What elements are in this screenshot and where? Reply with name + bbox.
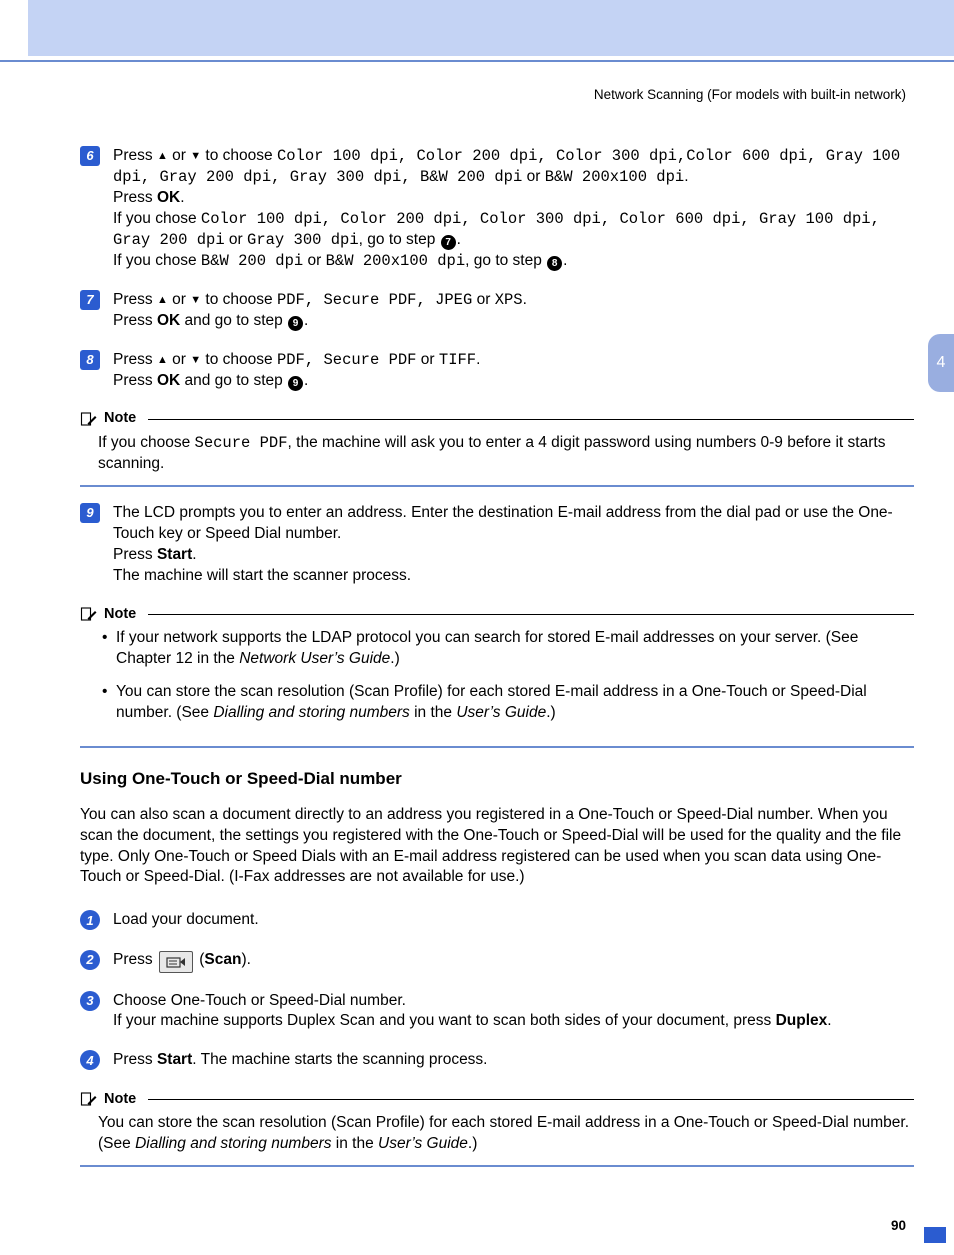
note-1-body: If you choose Secure PDF, the machine wi… [80,429,914,487]
down-arrow-icon: ▼ [190,353,201,368]
note-title: Note [104,1090,136,1110]
step-7: 7 Press ▲ or ▼ to choose PDF, Secure PDF… [80,290,914,332]
up-arrow-icon: ▲ [157,293,168,308]
s2-step-4-text: Press Start. The machine starts the scan… [113,1050,914,1071]
note-1: Note If you choose Secure PDF, the machi… [80,409,914,486]
running-header: Network Scanning (For models with built-… [80,86,906,104]
section-intro: You can also scan a document directly to… [80,805,914,889]
top-banner [28,0,954,56]
note-2-body: If your network supports the LDAP protoc… [80,624,914,748]
s2-step-1-text: Load your document. [113,910,914,931]
step-bullet-7: 7 [80,290,100,310]
step-ref-8: 8 [547,256,562,271]
step-9-text: The LCD prompts you to enter an address.… [113,503,914,587]
note-3: Note You can store the scan resolution (… [80,1090,914,1167]
note-title: Note [104,605,136,625]
round-bullet-2: 2 [80,950,100,970]
round-bullet-1: 1 [80,910,100,930]
s2-step-2: 2 Press (Scan). [80,950,914,973]
note-2-item-2: You can store the scan resolution (Scan … [102,682,914,724]
note-pencil-icon [80,605,98,623]
step-8-text: Press ▲ or ▼ to choose PDF, Secure PDF o… [113,350,914,392]
up-arrow-icon: ▲ [157,353,168,368]
step-ref-9: 9 [288,376,303,391]
step-ref-9: 9 [288,316,303,331]
round-bullet-3: 3 [80,991,100,1011]
note-2: Note If your network supports the LDAP p… [80,605,914,748]
s2-step-3: 3 Choose One-Touch or Speed-Dial number.… [80,991,914,1033]
s2-step-4: 4 Press Start. The machine starts the sc… [80,1050,914,1071]
note-pencil-icon [80,410,98,428]
step-bullet-8: 8 [80,350,100,370]
step-bullet-6: 6 [80,146,100,166]
s2-step-2-text: Press (Scan). [113,950,914,973]
step-bullet-9: 9 [80,503,100,523]
section-title: Using One-Touch or Speed-Dial number [80,768,914,791]
note-2-item-1: If your network supports the LDAP protoc… [102,628,914,670]
note-title: Note [104,409,136,429]
round-bullet-4: 4 [80,1050,100,1070]
step-6: 6 Press ▲ or ▼ to choose Color 100 dpi, … [80,146,914,272]
step-8: 8 Press ▲ or ▼ to choose PDF, Secure PDF… [80,350,914,392]
step-9: 9 The LCD prompts you to enter an addres… [80,503,914,587]
s2-step-1: 1 Load your document. [80,910,914,931]
chapter-tab: 4 [928,334,954,392]
note-pencil-icon [80,1090,98,1108]
step-6-text: Press ▲ or ▼ to choose Color 100 dpi, Co… [113,146,914,272]
down-arrow-icon: ▼ [190,149,201,164]
up-arrow-icon: ▲ [157,149,168,164]
note-3-body: You can store the scan resolution (Scan … [80,1109,914,1167]
s2-step-3-text: Choose One-Touch or Speed-Dial number. I… [113,991,914,1033]
page-content: 4 Network Scanning (For models with buil… [0,62,954,1255]
page-number: 90 [80,1217,906,1255]
down-arrow-icon: ▼ [190,293,201,308]
step-ref-7: 7 [441,235,456,250]
step-7-text: Press ▲ or ▼ to choose PDF, Secure PDF, … [113,290,914,332]
scan-key-icon [159,951,193,973]
